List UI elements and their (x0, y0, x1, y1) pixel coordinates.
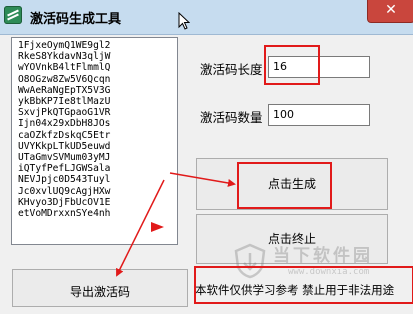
window-title: 激活码生成工具 (30, 12, 122, 27)
code-line: NEVJpjc0D543Tuyl (18, 174, 111, 186)
code-line: O8OGzw8Zw5V6Qcqn (18, 73, 111, 85)
code-line: RkeS8YkdavN3qljW (18, 51, 111, 63)
code-line: UTaGmvSVMum03yMJ (18, 152, 111, 164)
code-line: Jc0xvlUQ9cAgjHXw (18, 185, 111, 197)
code-line: WwAeRaNgEpTX5V3G (18, 84, 111, 96)
code-line: SxvjPkQTGpaoG1VR (18, 107, 111, 119)
watermark-logo: 当下软件园 www.downxia.com (228, 241, 413, 285)
generate-button[interactable]: 点击生成 (196, 158, 388, 210)
code-line: iQTyfPefLJGWSala (18, 163, 111, 175)
close-button[interactable]: ✕ (367, 0, 413, 23)
code-line: wYOVnkB4ltFlmmlQ (18, 62, 111, 74)
code-list[interactable]: 1FjxeOymQ1WE9gl2 RkeS8YkdavN3qljW wYOVnkB4… (11, 37, 178, 245)
code-line: etVoMDrxxnSYe4nh (18, 208, 111, 220)
app-icon (4, 6, 22, 24)
length-label: 激活码长度 (200, 62, 263, 77)
disclaimer-text: 本软件仅供学习参考 禁止用于非法用途 (195, 283, 395, 297)
code-line: caOZkfzDskqC5Etr (18, 129, 111, 141)
count-input[interactable]: 100 (268, 104, 370, 126)
watermark-shield-icon (234, 243, 266, 279)
code-line: KHvyo3DjFbUcOV1E (18, 196, 111, 208)
export-button[interactable]: 导出激活码 (12, 269, 188, 307)
mouse-cursor-icon (178, 12, 190, 30)
code-line: Ijn04x29xDbH8JOs (18, 118, 111, 130)
length-input[interactable]: 16 (268, 56, 370, 78)
code-line: ykBbKP7Ie8tlMazU (18, 96, 111, 108)
count-label: 激活码数量 (200, 110, 263, 125)
watermark-text: 当下软件园 (273, 246, 373, 266)
title-bar: 激活码生成工具 ✕ (0, 0, 413, 35)
watermark-url: www.downxia.com (288, 267, 370, 277)
code-line: 1FjxeOymQ1WE9gl2 (18, 40, 111, 51)
code-line: UVYKkpLTkUD5euwd (18, 140, 111, 152)
